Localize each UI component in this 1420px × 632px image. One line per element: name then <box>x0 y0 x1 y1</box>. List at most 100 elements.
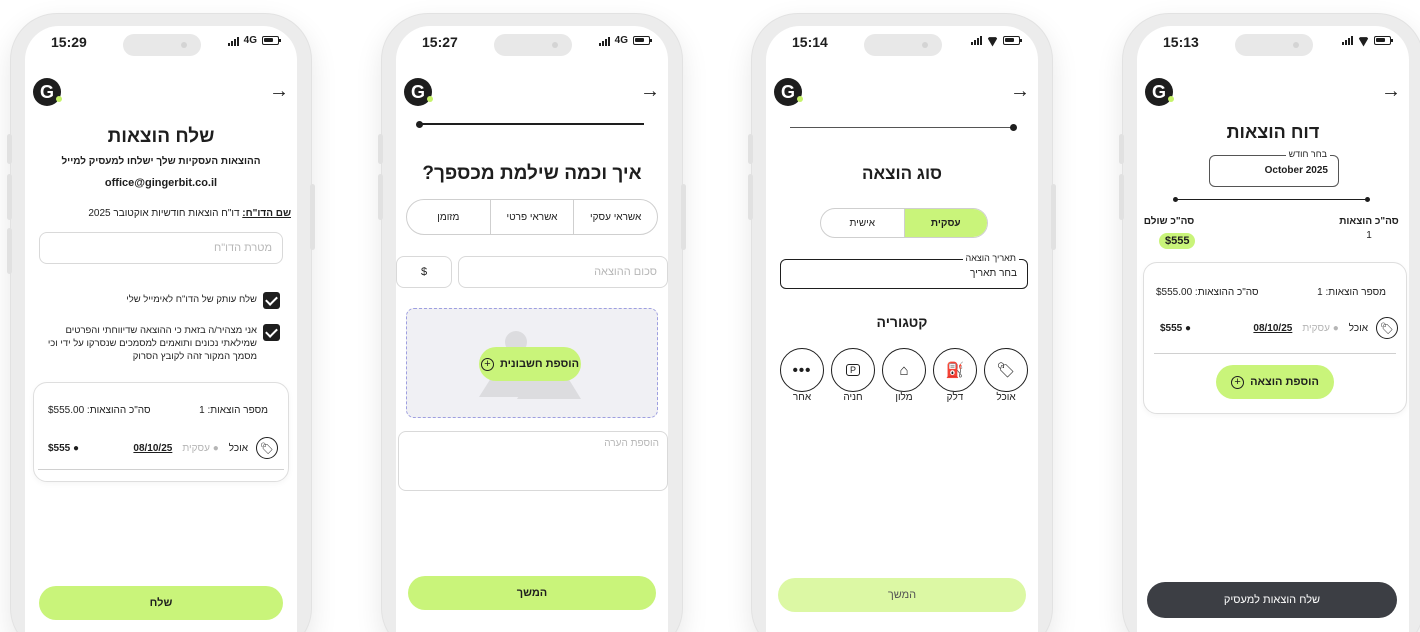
card-divider <box>1154 353 1396 354</box>
total-paid-label: סה"כ שולם <box>1143 216 1195 227</box>
expenses-summary-card: מספר הוצאות: 1 סה"כ ההוצאות: $555.00 🏷 א… <box>33 382 289 482</box>
dynamic-island <box>494 34 572 56</box>
note-textarea[interactable]: הוספת הערה <box>398 431 668 491</box>
battery-icon <box>262 36 281 45</box>
expense-date-field[interactable]: תאריך הוצאה בחר תאריך <box>780 253 1028 289</box>
report-name-line: שם הדו"ח: דו"ח הוצאות חודשיות אוקטובר 20… <box>35 208 291 219</box>
dynamic-island <box>864 34 942 56</box>
network-type: 4G <box>614 35 628 46</box>
amount-placeholder: סכום ההוצאה <box>594 266 657 278</box>
page-title: דוח הוצאות <box>1226 122 1320 142</box>
screen-send-expenses: 15:29 4G G → שלח הוצאות ההוצאות העסקיות … <box>25 26 297 632</box>
app-logo[interactable]: G <box>33 78 62 106</box>
status-bar: 15:14 <box>766 26 1038 72</box>
dynamic-island <box>123 34 201 56</box>
report-name-value: דו"ח הוצאות חודשיות אוקטובר 2025 <box>88 208 240 219</box>
cellular-bars-icon <box>227 36 239 46</box>
status-bar: 15:27 4G <box>396 26 668 72</box>
payment-method-selector[interactable]: אשראי עסקי אשראי פרטי מזומן <box>406 199 658 235</box>
expense-type: עסקית <box>1302 322 1330 334</box>
phone-frame-send-expenses: 15:29 4G G → שלח הוצאות ההוצאות העסקיות … <box>7 14 315 632</box>
expense-total: סה"כ ההוצאות: $555.00 <box>1156 287 1259 298</box>
send-button[interactable]: שלח <box>39 586 283 620</box>
add-expense-button[interactable]: + הוספת הוצאה <box>1216 365 1334 399</box>
app-logo[interactable]: G <box>774 78 803 106</box>
month-label: בחר חודש <box>1285 149 1330 159</box>
category-fuel[interactable]: ⛽ דלק <box>933 348 977 403</box>
back-arrow-icon[interactable]: → <box>1381 80 1401 103</box>
app-logo[interactable]: G <box>404 78 433 106</box>
category-label: חניה <box>843 392 863 403</box>
category-hotel[interactable]: ⌂ מלון <box>882 348 926 403</box>
category-label: מלון <box>895 392 913 403</box>
expense-type-personal[interactable]: אישית <box>821 209 904 237</box>
continue-button[interactable]: המשך <box>778 578 1026 612</box>
plus-icon: + <box>1231 375 1245 389</box>
screen-expense-report: 15:13 G → דוח הוצאות בחר חודש October 20… <box>1137 26 1409 632</box>
category-food[interactable]: 🏷 אוכל <box>984 348 1028 403</box>
page-title: שלח הוצאות <box>107 126 215 147</box>
payment-method-cash[interactable]: מזומן <box>407 200 490 234</box>
employer-email: office@gingerbit.co.il <box>104 177 218 189</box>
amount-input[interactable]: סכום ההוצאה <box>458 256 668 288</box>
back-arrow-icon[interactable]: → <box>1010 80 1030 103</box>
plus-icon: + <box>480 357 494 371</box>
cellular-bars-icon <box>971 35 982 45</box>
total-expenses-label: סה"כ הוצאות <box>1339 216 1399 227</box>
wifi-icon <box>1358 36 1369 45</box>
expense-row[interactable]: 🏷 אוכל ● עסקית 08/10/25 ● $555 <box>1160 317 1398 339</box>
status-time: 15:27 <box>422 34 458 50</box>
battery-icon <box>1374 35 1393 45</box>
summary-divider-line <box>1175 199 1367 200</box>
phone-frame-payment: 15:27 4G G → איך וכמה שילמת מכספך? אשראי… <box>378 14 686 632</box>
status-bar: 15:29 4G <box>25 26 297 72</box>
food-icon: 🏷 <box>256 437 278 459</box>
invoice-upload-area[interactable]: + הוספת חשבונית <box>406 308 658 418</box>
expense-date-label: תאריך הוצאה <box>962 253 1019 263</box>
send-to-employer-button[interactable]: שלח הוצאות למעסיק <box>1147 582 1397 618</box>
add-invoice-button[interactable]: + הוספת חשבונית <box>479 347 581 381</box>
status-time: 15:29 <box>51 34 87 50</box>
battery-icon <box>1003 35 1022 45</box>
category-parking[interactable]: P חניה <box>831 348 875 403</box>
category-other[interactable]: ••• אחר <box>780 348 824 403</box>
month-selector[interactable]: בחר חודש October 2025 <box>1209 149 1339 187</box>
expense-row[interactable]: 🏷 אוכל ● עסקית 08/10/25 ● $555 <box>48 437 278 459</box>
currency-select[interactable]: $ <box>396 256 452 288</box>
status-time: 15:14 <box>792 34 828 50</box>
declaration-checkbox[interactable] <box>263 324 280 341</box>
screen-payment: 15:27 4G G → איך וכמה שילמת מכספך? אשראי… <box>396 26 668 632</box>
battery-icon <box>633 36 652 45</box>
back-arrow-icon[interactable]: → <box>269 80 289 103</box>
expense-count: מספר הוצאות: 1 <box>199 405 268 416</box>
dynamic-island <box>1235 34 1313 56</box>
status-bar: 15:13 <box>1137 26 1409 72</box>
send-copy-checkbox[interactable] <box>263 292 280 309</box>
total-paid-badge: $555 <box>1159 231 1196 249</box>
expense-type-selector[interactable]: עסקית אישית <box>820 208 988 238</box>
expense-date-value: בחר תאריך <box>970 268 1017 279</box>
payment-method-business-credit[interactable]: אשראי עסקי <box>573 200 657 234</box>
parking-icon: P <box>831 348 875 392</box>
status-time: 15:13 <box>1163 34 1199 50</box>
app-logo[interactable]: G <box>1145 78 1174 106</box>
report-purpose-input[interactable]: מטרת הדו"ח <box>39 232 283 264</box>
expense-category: אוכל <box>1348 322 1368 334</box>
declaration-label: אני מצהיר/ה בזאת כי ההוצאה שדיווחתי והפר… <box>47 325 257 362</box>
page-title: איך וכמה שילמת מכספך? <box>422 163 642 184</box>
payment-method-private-credit[interactable]: אשראי פרטי <box>489 200 574 234</box>
continue-button[interactable]: המשך <box>408 576 656 610</box>
total-expenses-value: 1 <box>1366 230 1372 241</box>
cellular-bars-icon <box>598 36 610 46</box>
cellular-bars-icon <box>1342 35 1353 45</box>
back-arrow-icon[interactable]: → <box>640 80 660 103</box>
expense-type: עסקית <box>182 442 210 454</box>
progress-line <box>418 123 644 125</box>
phone-frame-expense-type: 15:14 G → סוג הוצאה עסקית אישית תאריך הו… <box>748 14 1056 632</box>
expense-category: אוכל <box>228 442 248 454</box>
expense-amount: $555 <box>48 442 71 454</box>
category-label: אחר <box>792 392 812 403</box>
report-purpose-placeholder: מטרת הדו"ח <box>213 242 272 254</box>
expense-type-business[interactable]: עסקית <box>903 209 987 237</box>
progress-line <box>790 127 1014 128</box>
